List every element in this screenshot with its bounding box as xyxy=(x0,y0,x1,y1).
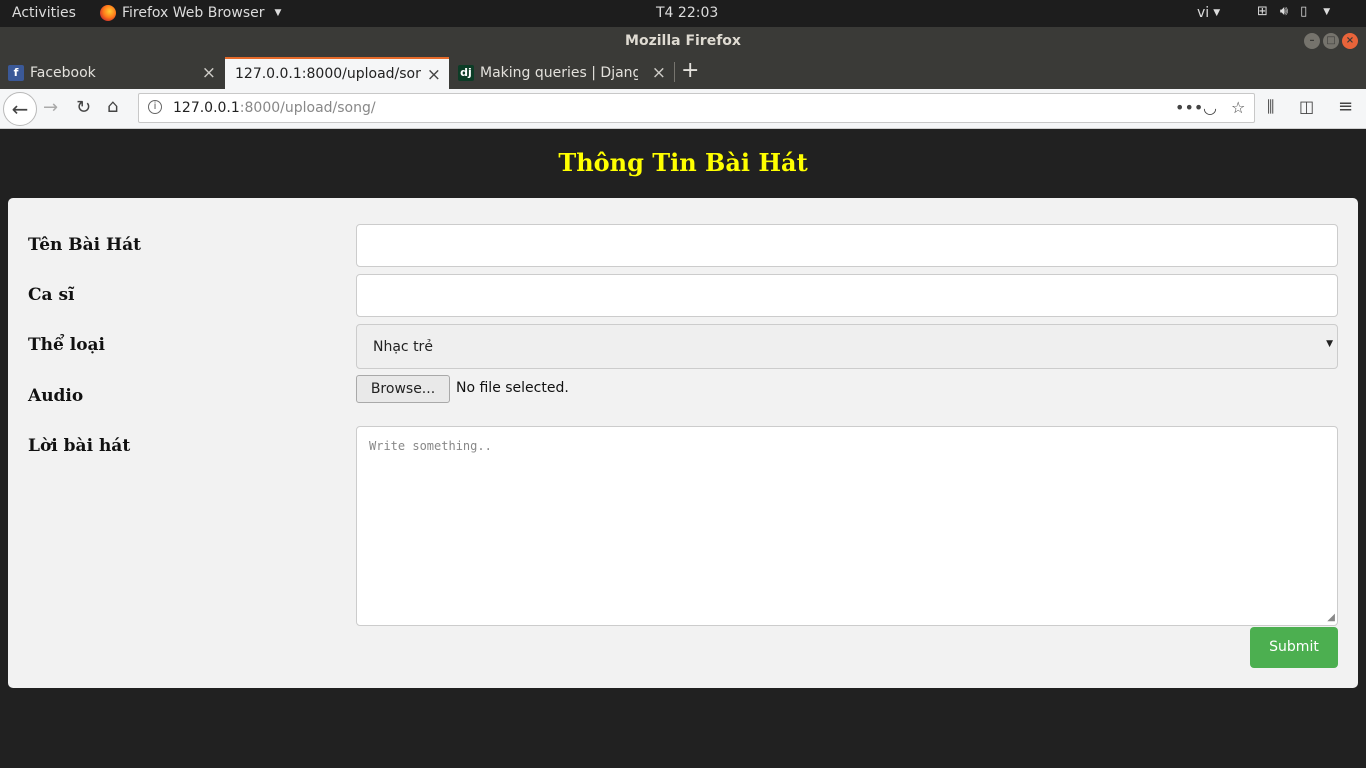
resize-handle-icon[interactable]: ◢ xyxy=(1327,612,1335,623)
sidebar-button[interactable]: ◫ xyxy=(1299,97,1314,116)
system-top-bar: Activities Firefox Web Browser ▼ T4 22:0… xyxy=(0,0,1366,27)
song-name-input[interactable] xyxy=(356,224,1338,267)
song-name-label: Tên Bài Hát xyxy=(28,235,141,255)
new-tab-button[interactable]: + xyxy=(681,58,699,83)
sidebar-icon: ◫ xyxy=(1299,97,1315,116)
volume-icon: 🔊︎ xyxy=(1279,4,1289,19)
lyrics-label: Lời bài hát xyxy=(28,436,131,456)
lyrics-placeholder: Write something.. xyxy=(369,439,492,453)
menu-button[interactable]: ≡ xyxy=(1338,96,1353,117)
library-button[interactable]: ⫼ xyxy=(1267,97,1274,117)
submit-button[interactable]: Submit xyxy=(1250,627,1338,668)
tab-django-docs[interactable]: dj Making queries | Django documentation… xyxy=(450,57,674,89)
url-text[interactable]: 127.0.0.1:8000/upload/song/ xyxy=(173,100,376,116)
song-form: Tên Bài Hát Ca sĩ Thể loại Nhạc trẻ ▼ Au… xyxy=(8,198,1358,688)
library-icon: ⫼ xyxy=(1267,97,1275,116)
url-bar[interactable]: i 127.0.0.1:8000/upload/song/ ••• ◡ ☆ xyxy=(138,93,1255,123)
system-tray[interactable]: ⊞ 🔊︎ ▯ ▼ xyxy=(1257,4,1330,19)
battery-icon: ▯ xyxy=(1300,4,1308,19)
home-icon: ⌂ xyxy=(107,96,119,117)
tab-upload-song[interactable]: 127.0.0.1:8000/upload/song/ × xyxy=(225,57,449,89)
navigation-toolbar: ← → ↻ ⌂ i 127.0.0.1:8000/upload/song/ ••… xyxy=(0,89,1366,129)
audio-label: Audio xyxy=(28,386,84,406)
close-tab-icon[interactable]: × xyxy=(652,63,666,83)
arrow-right-icon: → xyxy=(43,97,59,118)
window-controls: – □ × xyxy=(1304,33,1358,49)
page-actions-icon[interactable]: ••• xyxy=(1175,98,1203,117)
page-title: Thông Tin Bài Hát xyxy=(558,148,808,177)
maximize-button[interactable]: □ xyxy=(1323,33,1339,49)
page-content: Thông Tin Bài Hát Tên Bài Hát Ca sĩ Thể … xyxy=(0,130,1366,768)
window-title: Mozilla Firefox xyxy=(625,33,741,49)
forward-button[interactable]: → xyxy=(43,97,58,118)
language-label: vi xyxy=(1197,5,1210,21)
bookmark-star-icon[interactable]: ☆ xyxy=(1231,98,1245,117)
url-path: :8000/upload/song/ xyxy=(239,100,376,116)
close-tab-icon[interactable]: × xyxy=(202,63,216,83)
tab-label: 127.0.0.1:8000/upload/song/ xyxy=(235,66,421,82)
chevron-down-icon: ▼ xyxy=(1323,6,1331,17)
hamburger-menu-icon: ≡ xyxy=(1338,96,1354,117)
network-icon: ⊞ xyxy=(1257,4,1268,19)
language-indicator[interactable]: vi ▼ xyxy=(1197,5,1220,21)
dropdown-arrow-icon: ▼ xyxy=(1326,339,1333,349)
reload-button[interactable]: ↻ xyxy=(76,97,91,118)
singer-label: Ca sĩ xyxy=(28,285,75,305)
genre-label: Thể loại xyxy=(28,335,106,355)
lyrics-textarea[interactable]: Write something.. ◢ xyxy=(356,426,1338,626)
tab-label: Facebook xyxy=(30,65,96,81)
firefox-icon xyxy=(100,5,116,21)
arrow-left-icon: ← xyxy=(11,97,29,121)
minimize-button[interactable]: – xyxy=(1304,33,1320,49)
info-icon[interactable]: i xyxy=(148,100,162,114)
tab-label: Making queries | Django documentation xyxy=(480,65,638,81)
facebook-icon: f xyxy=(8,65,24,81)
chevron-down-icon: ▼ xyxy=(1213,8,1221,18)
tab-separator xyxy=(674,62,675,82)
app-menu[interactable]: Firefox Web Browser ▼ xyxy=(100,5,281,21)
close-window-button[interactable]: × xyxy=(1342,33,1358,49)
window-title-bar: Mozilla Firefox – □ × xyxy=(0,27,1366,55)
back-button[interactable]: ← xyxy=(3,92,37,126)
django-icon: dj xyxy=(458,65,474,81)
pocket-icon[interactable]: ◡ xyxy=(1203,98,1217,117)
genre-select[interactable]: Nhạc trẻ ▼ xyxy=(356,324,1338,369)
app-menu-label: Firefox Web Browser xyxy=(122,5,265,21)
reload-icon: ↻ xyxy=(76,97,92,118)
tab-facebook[interactable]: f Facebook × xyxy=(0,57,224,89)
genre-selected-value: Nhạc trẻ xyxy=(373,339,433,355)
singer-input[interactable] xyxy=(356,274,1338,317)
url-host: 127.0.0.1 xyxy=(173,100,240,116)
file-status: No file selected. xyxy=(456,380,569,396)
chevron-down-icon: ▼ xyxy=(274,8,282,18)
browse-button[interactable]: Browse... xyxy=(356,375,450,403)
activities-button[interactable]: Activities xyxy=(12,5,76,21)
close-tab-icon[interactable]: × xyxy=(427,65,441,85)
clock[interactable]: T4 22:03 xyxy=(656,5,718,21)
home-button[interactable]: ⌂ xyxy=(107,96,118,117)
